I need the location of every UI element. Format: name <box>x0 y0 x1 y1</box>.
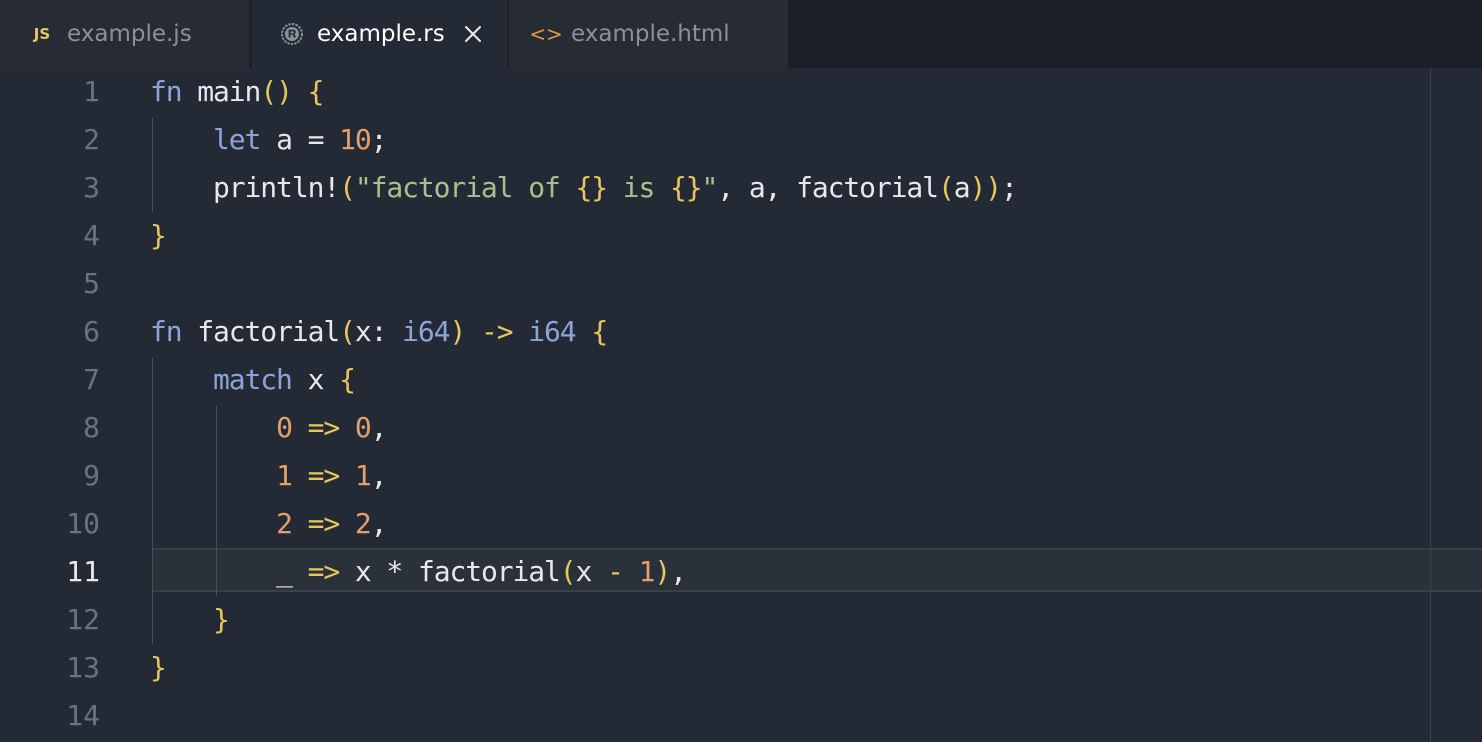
line-number: 1 <box>83 75 100 108</box>
rust-file-icon <box>280 22 304 46</box>
tab-label: example.html <box>571 21 730 47</box>
code-line[interactable]: 3 println!("factorial of {} is {}", a, f… <box>0 164 1430 212</box>
code-text: 0 => 0, <box>276 411 387 444</box>
line-number: 8 <box>83 411 100 444</box>
code-line[interactable]: 5 <box>0 260 1430 308</box>
code-text: } <box>150 219 167 252</box>
line-number: 11 <box>66 555 100 588</box>
code-line[interactable]: 9 1 => 1, <box>0 452 1430 500</box>
tab-label: example.js <box>67 21 192 47</box>
code-text: } <box>213 603 230 636</box>
code-line[interactable]: 1 fn main() { <box>0 68 1430 116</box>
code-text: 2 => 2, <box>276 507 387 540</box>
line-number: 12 <box>66 603 100 636</box>
line-number: 7 <box>83 363 100 396</box>
code-line[interactable]: 10 2 => 2, <box>0 500 1430 548</box>
js-file-icon: JS <box>33 25 51 43</box>
code-text: match x { <box>213 363 356 396</box>
line-number: 14 <box>66 699 100 732</box>
tab-label: example.rs <box>317 21 445 47</box>
line-number: 5 <box>83 267 100 300</box>
line-number: 13 <box>66 651 100 684</box>
code-line[interactable]: 7 match x { <box>0 356 1430 404</box>
code-text: println!("factorial of {} is {}", a, fac… <box>213 171 1018 204</box>
code-text: let a = 10; <box>213 123 387 156</box>
code-line[interactable]: 2 let a = 10; <box>0 116 1430 164</box>
code-line[interactable]: 12 } <box>0 596 1430 644</box>
close-icon[interactable] <box>462 23 484 45</box>
code-line[interactable]: 8 0 => 0, <box>0 404 1430 452</box>
line-number: 6 <box>83 315 100 348</box>
code-editor[interactable]: 1 fn main() {2 let a = 10; 3 println!("fac… <box>0 68 1482 742</box>
vertical-ruler <box>1430 68 1431 742</box>
html-file-icon: <> <box>529 22 563 46</box>
code-line[interactable]: 14 <box>0 692 1430 740</box>
code-text: fn factorial(x: i64) -> i64 { <box>150 315 608 348</box>
code-text: 1 => 1, <box>276 459 387 492</box>
tab-bar: JS example.js example.rs <> example.html <box>0 0 1482 68</box>
code-text: _ => x * factorial(x - 1), <box>276 555 687 588</box>
code-line[interactable]: 4} <box>0 212 1430 260</box>
code-text: } <box>150 651 167 684</box>
code-text: fn main() { <box>150 75 324 108</box>
code-line[interactable]: 11 _ => x * factorial(x - 1), <box>0 548 1430 596</box>
line-number: 10 <box>66 507 100 540</box>
code-line[interactable]: 6 fn factorial(x: i64) -> i64 { <box>0 308 1430 356</box>
tab-example-js[interactable]: JS example.js <box>0 0 249 68</box>
code-line[interactable]: 13} <box>0 644 1430 692</box>
tab-example-html[interactable]: <> example.html <box>509 0 788 68</box>
line-number: 3 <box>83 171 100 204</box>
line-number: 9 <box>83 459 100 492</box>
tab-example-rs[interactable]: example.rs <box>252 0 507 68</box>
line-number: 2 <box>83 123 100 156</box>
line-number: 4 <box>83 219 100 252</box>
